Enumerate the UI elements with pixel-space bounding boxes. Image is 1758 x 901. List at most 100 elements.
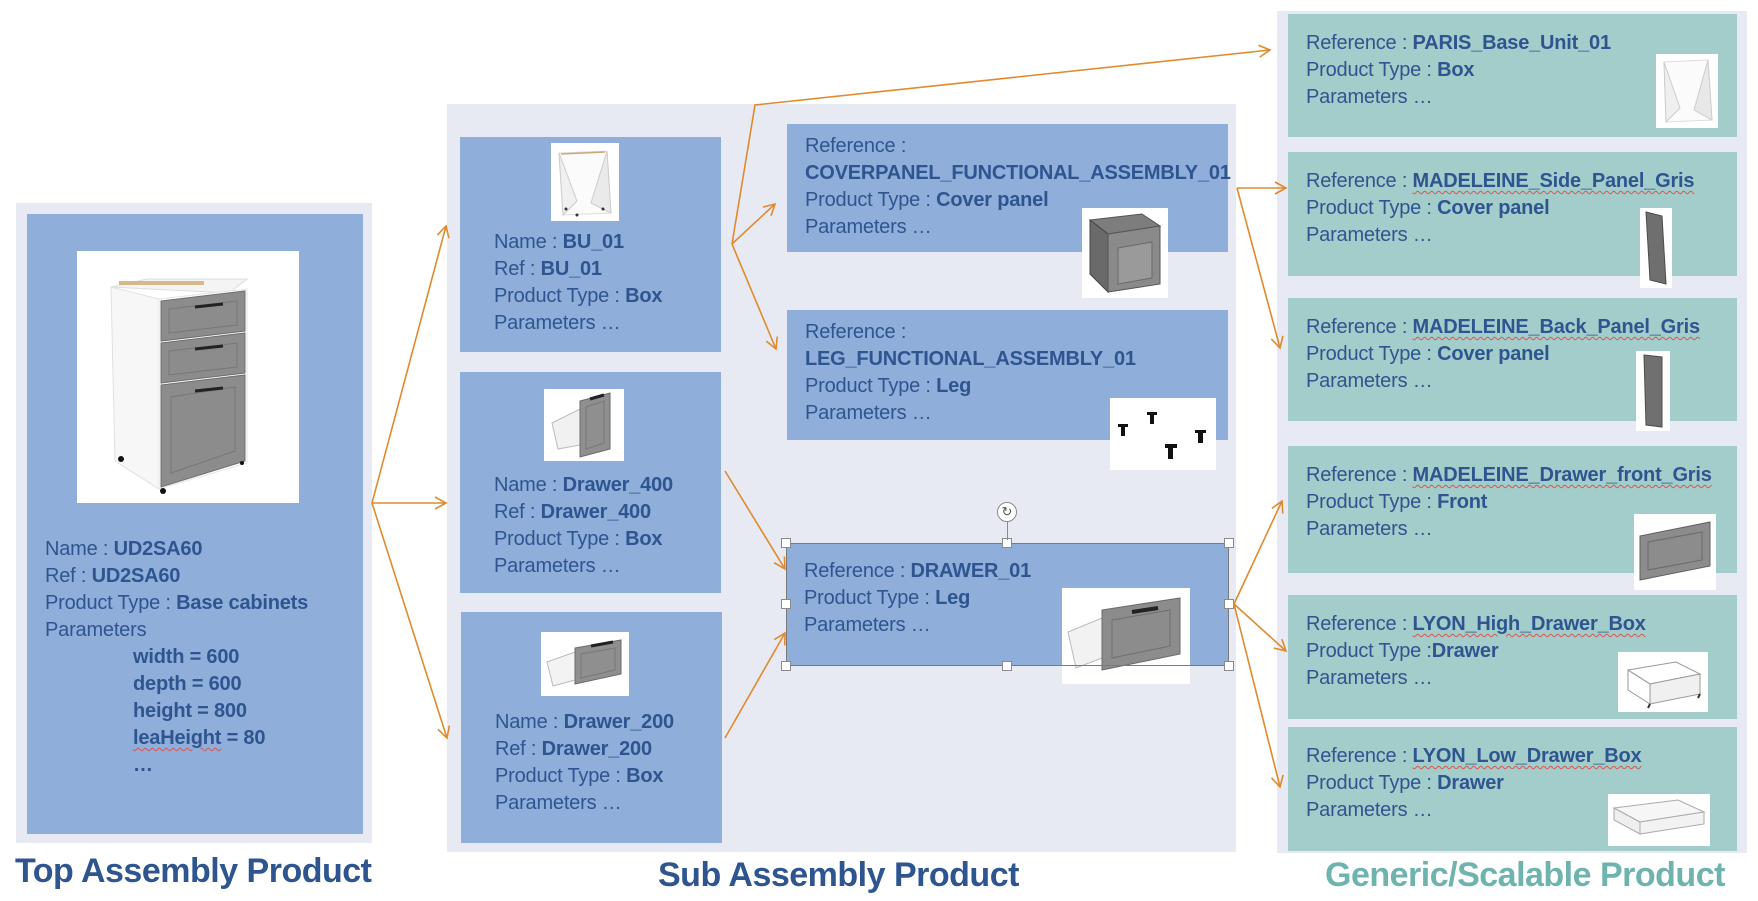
rotate-handle-stem (1007, 520, 1008, 540)
low-drawer-type: Product Type : Drawer (1306, 770, 1641, 797)
type-value: Cover panel (1437, 197, 1550, 219)
high-drawer-parameters: Parameters … (1306, 667, 1433, 689)
side-panel-icon (1645, 211, 1667, 285)
base-unit-image (1656, 54, 1718, 128)
sub-product-card-drawer400[interactable]: Name : Drawer_400 Ref : Drawer_400 Produ… (460, 372, 721, 593)
sub-product-card-bu01[interactable]: Name : BU_01 Ref : BU_01 Product Type : … (460, 137, 721, 352)
drawer-400-icon (551, 392, 611, 458)
reference-label: Reference : (804, 560, 911, 582)
drawer400-name: Name : Drawer_400 (494, 472, 673, 499)
reference-value: LYON_Low_Drawer_Box (1412, 745, 1642, 767)
type-label: Product Type : (1306, 491, 1438, 513)
legs-icon (1118, 412, 1206, 459)
name-value: BU_01 (562, 231, 624, 253)
drawer400-ref: Ref : Drawer_400 (494, 499, 673, 526)
arrow-drawer01-to-front (1233, 499, 1284, 605)
type-value: Leg (935, 587, 971, 609)
reference-label: Reference : (1306, 32, 1413, 54)
sub-product-card-drawer200[interactable]: Name : Drawer_200 Ref : Drawer_200 Produ… (461, 612, 722, 843)
type-value: Base cabinets (176, 592, 309, 614)
coverpanel-reference-value: COVERPANEL_FUNCTIONAL_ASSEMBLY_01 (805, 160, 1231, 187)
type-value: Box (626, 765, 664, 787)
type-label: Product Type : (805, 375, 937, 397)
drawer200-parameters: Parameters … (495, 792, 622, 814)
low-drawer-box-image (1608, 794, 1710, 846)
paris-type: Product Type : Box (1306, 57, 1611, 84)
name-label: Name : (494, 474, 563, 496)
type-value: Cover panel (1437, 343, 1550, 365)
back-panel-reference: Reference : MADELEINE_Back_Panel_Gris (1306, 314, 1700, 341)
low-drawer-parameters: Parameters … (1306, 799, 1433, 821)
ref-value: BU_01 (540, 258, 602, 280)
drawer-front-type: Product Type : Front (1306, 489, 1712, 516)
paris-reference: Reference : PARIS_Base_Unit_01 (1306, 30, 1611, 57)
param-height: height = 800 (133, 700, 247, 722)
reference-value: DRAWER_01 (910, 560, 1032, 582)
drawer200-ref: Ref : Drawer_200 (495, 736, 674, 763)
resize-handle-bottom-right[interactable] (1224, 661, 1234, 671)
param-leg-height: leaHeight = 80 (45, 725, 308, 752)
drawer400-type: Product Type : Box (494, 526, 673, 553)
reference-label: Reference : (1306, 316, 1413, 338)
base-unit-icon (1663, 59, 1713, 124)
drawer-image (1062, 588, 1190, 684)
reference-value: LEG_FUNCTIONAL_ASSEMBLY_01 (805, 348, 1136, 370)
type-label: Product Type : (1306, 772, 1438, 794)
coverpanel-reference-label: Reference : (805, 135, 907, 157)
high-drawer-type: Product Type :Drawer (1306, 638, 1646, 665)
generic-card-lyon-high-drawer-box[interactable]: Reference : LYON_High_Drawer_Box Product… (1288, 595, 1737, 719)
resize-handle-bottom-left[interactable] (781, 661, 791, 671)
type-label: Product Type : (1306, 59, 1438, 81)
legs-image (1110, 398, 1216, 470)
drawer200-name: Name : Drawer_200 (495, 709, 674, 736)
title-sub-assembly: Sub Assembly Product (658, 856, 1019, 894)
name-label: Name : (495, 711, 564, 733)
bu01-name: Name : BU_01 (494, 229, 662, 256)
generic-card-paris-base-unit[interactable]: Reference : PARIS_Base_Unit_01 Product T… (1288, 14, 1737, 137)
generic-card-madeleine-side-panel[interactable]: Reference : MADELEINE_Side_Panel_Gris Pr… (1288, 152, 1737, 288)
resize-handle-top-left[interactable] (781, 538, 791, 548)
generic-card-madeleine-back-panel[interactable]: Reference : MADELEINE_Back_Panel_Gris Pr… (1288, 298, 1737, 431)
arrow-top-to-bu01 (371, 224, 450, 504)
param-width: width = 600 (133, 646, 240, 668)
generic-card-madeleine-drawer-front[interactable]: Reference : MADELEINE_Drawer_front_Gris … (1288, 446, 1737, 590)
type-label: Product Type : (45, 592, 177, 614)
base-cabinet-icon (110, 278, 249, 494)
type-label: Product Type : (1306, 197, 1438, 219)
base-cabinet-image (77, 251, 299, 503)
ref-value: Drawer_400 (540, 501, 652, 523)
param-depth: depth = 600 (133, 673, 242, 695)
type-label: Product Type : (804, 587, 936, 609)
resize-handle-top-right[interactable] (1224, 538, 1234, 548)
top-product-ref: Ref : UD2SA60 (45, 563, 308, 590)
bu01-ref: Ref : BU_01 (494, 256, 662, 283)
drawer-400-image (544, 389, 624, 461)
reference-value: LYON_High_Drawer_Box (1412, 613, 1646, 635)
rotate-handle-icon[interactable]: ↻ (997, 502, 1017, 522)
reference-label: Reference : (1306, 464, 1413, 486)
type-value: Front (1437, 491, 1488, 513)
resize-handle-left[interactable] (781, 599, 791, 609)
top-product-card[interactable]: Name : UD2SA60 Ref : UD2SA60 Product Typ… (27, 214, 363, 834)
reference-label: Reference : (1306, 170, 1413, 192)
drawer-front-reference: Reference : MADELEINE_Drawer_front_Gris (1306, 462, 1712, 489)
resize-handle-bottom[interactable] (1002, 661, 1012, 671)
resize-handle-right[interactable] (1224, 599, 1234, 609)
type-value: Box (1437, 59, 1475, 81)
low-drawer-reference: Reference : LYON_Low_Drawer_Box (1306, 743, 1642, 770)
type-value: Cover panel (936, 189, 1049, 211)
side-panel-parameters: Parameters … (1306, 224, 1433, 246)
type-label: Product Type : (495, 765, 627, 787)
param-leg-height-key: leaHeight (133, 727, 222, 749)
drawer-front-icon (1639, 521, 1711, 581)
drawer01-reference: Reference : DRAWER_01 (804, 558, 1031, 585)
leg-parameters: Parameters … (805, 402, 932, 424)
bu01-type: Product Type : Box (494, 283, 663, 310)
generic-card-lyon-low-drawer-box[interactable]: Reference : LYON_Low_Drawer_Box Product … (1288, 727, 1737, 851)
drawer400-parameters: Parameters … (494, 555, 621, 577)
leg-reference-label: Reference : (805, 321, 907, 343)
arrow-top-to-drawer200 (371, 502, 451, 740)
high-drawer-reference: Reference : LYON_High_Drawer_Box (1306, 611, 1646, 638)
type-value: Drawer (1431, 640, 1499, 662)
drawer-icon (1067, 597, 1181, 671)
